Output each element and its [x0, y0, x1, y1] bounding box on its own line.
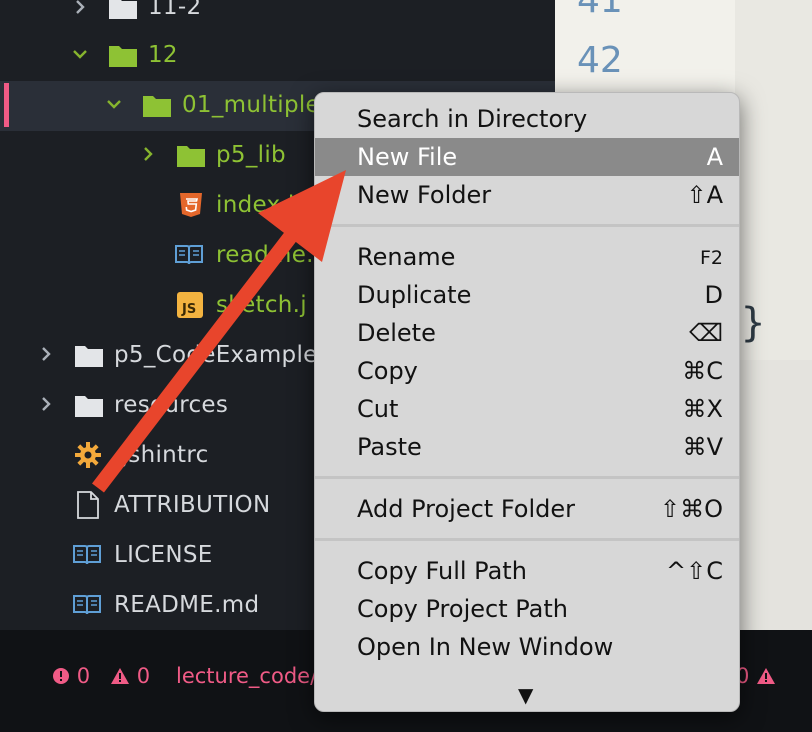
warning-icon — [111, 668, 129, 684]
tree-item-label: sketch.j — [216, 292, 307, 318]
tree-item-label: p5_lib — [216, 142, 286, 168]
warning-count[interactable]: 0 — [110, 663, 150, 689]
tree-item-label: p5_CodeExample — [114, 342, 318, 368]
folder-icon — [108, 0, 138, 20]
menu-item-label: Copy — [357, 357, 418, 385]
html5-icon — [176, 192, 206, 218]
line-number: 42 — [577, 40, 623, 81]
tree-item-label: README.md — [114, 592, 260, 618]
tree-item-label: .jshintrc — [114, 442, 209, 468]
menu-item-shortcut: ^⇧C — [666, 557, 723, 585]
menu-item-label: New File — [357, 143, 458, 171]
menu-item-shortcut: A — [706, 143, 723, 171]
folder-icon — [74, 342, 104, 368]
code-brace: } — [741, 300, 766, 346]
error-count-value: 0 — [76, 664, 91, 688]
menu-item-copy[interactable]: Copy ⌘C — [315, 352, 739, 390]
tree-item-label: ATTRIBUTION — [114, 492, 271, 518]
book-icon — [72, 592, 102, 618]
chevron-right-icon[interactable] — [38, 346, 54, 362]
right-error-count[interactable]: 0 — [736, 663, 776, 689]
context-menu: Search in Directory New File A New Folde… — [314, 92, 740, 712]
menu-item-add-project-folder[interactable]: Add Project Folder ⇧⌘O — [315, 490, 739, 528]
chevron-down-icon[interactable] — [106, 96, 122, 112]
warning-count-value: 0 — [136, 664, 151, 688]
menu-item-shortcut: ⇧A — [686, 181, 723, 209]
menu-item-shortcut: F2 — [699, 247, 723, 269]
menu-separator — [315, 538, 739, 541]
menu-item-label: Cut — [357, 395, 399, 423]
menu-item-new-folder[interactable]: New Folder ⇧A — [315, 176, 739, 214]
menu-item-label: Search in Directory — [357, 105, 588, 133]
warning-icon — [757, 668, 776, 684]
file-icon — [76, 491, 106, 519]
error-icon — [53, 668, 69, 684]
menu-item-label: Open In New Window — [357, 633, 614, 661]
svg-text:JS: JS — [181, 302, 196, 317]
menu-item-label: New Folder — [357, 181, 492, 209]
menu-item-new-file[interactable]: New File A — [315, 138, 739, 176]
tree-item-label: 12 — [148, 42, 178, 68]
chevron-right-icon[interactable] — [140, 146, 156, 162]
tree-item-12[interactable]: 12 — [0, 32, 555, 82]
tree-item-label: LICENSE — [114, 542, 213, 568]
menu-item-label: Rename — [357, 243, 456, 271]
menu-item-copy-full-path[interactable]: Copy Full Path ^⇧C — [315, 552, 739, 590]
menu-item-shortcut: ⌘C — [682, 357, 723, 385]
tree-item-label: 01_multiple — [182, 92, 320, 118]
book-icon — [72, 542, 102, 568]
menu-item-shortcut: D — [704, 281, 723, 309]
tree-item-label: resources — [114, 392, 229, 418]
scroll-down-arrow-icon[interactable]: ▼ — [518, 683, 533, 707]
file-path[interactable]: lecture_code/ — [176, 663, 317, 689]
menu-item-cut[interactable]: Cut ⌘X — [315, 390, 739, 428]
menu-item-label: Add Project Folder — [357, 495, 576, 523]
selection-indicator — [4, 83, 9, 127]
line-number: 41 — [577, 0, 623, 21]
javascript-icon: JS — [176, 291, 206, 318]
error-count[interactable]: 0 — [52, 663, 90, 689]
menu-separator — [315, 476, 739, 479]
folder-icon — [74, 392, 104, 418]
menu-item-label: Duplicate — [357, 281, 472, 309]
menu-item-open-in-new-window[interactable]: Open In New Window — [315, 628, 739, 666]
menu-item-duplicate[interactable]: Duplicate D — [315, 276, 739, 314]
menu-item-shortcut: ⇧⌘O — [660, 495, 723, 523]
folder-icon — [108, 42, 138, 68]
menu-item-shortcut: ⌫ — [689, 319, 723, 347]
menu-item-paste[interactable]: Paste ⌘V — [315, 428, 739, 466]
tree-item-label: 11-2 — [148, 0, 202, 20]
menu-item-shortcut: ⌘X — [682, 395, 723, 423]
tree-item-label: readme. — [216, 242, 314, 268]
menu-item-label: Paste — [357, 433, 422, 461]
gear-icon — [74, 441, 104, 468]
menu-separator — [315, 224, 739, 227]
menu-item-label: Copy Project Path — [357, 595, 568, 623]
chevron-right-icon[interactable] — [72, 0, 88, 15]
menu-item-shortcut: ⌘V — [682, 433, 723, 461]
menu-item-delete[interactable]: Delete ⌫ — [315, 314, 739, 352]
tree-item-11-2[interactable]: 11-2 — [0, 0, 555, 32]
tree-item-label: index.h — [216, 192, 303, 218]
folder-icon — [176, 142, 206, 168]
folder-icon — [142, 92, 172, 118]
chevron-right-icon[interactable] — [38, 396, 54, 412]
menu-item-search-in-directory[interactable]: Search in Directory — [315, 100, 739, 138]
menu-item-label: Copy Full Path — [357, 557, 527, 585]
menu-item-copy-project-path[interactable]: Copy Project Path — [315, 590, 739, 628]
book-icon — [174, 242, 204, 268]
chevron-down-icon[interactable] — [72, 46, 88, 62]
menu-item-rename[interactable]: Rename F2 — [315, 238, 739, 276]
menu-item-label: Delete — [357, 319, 436, 347]
